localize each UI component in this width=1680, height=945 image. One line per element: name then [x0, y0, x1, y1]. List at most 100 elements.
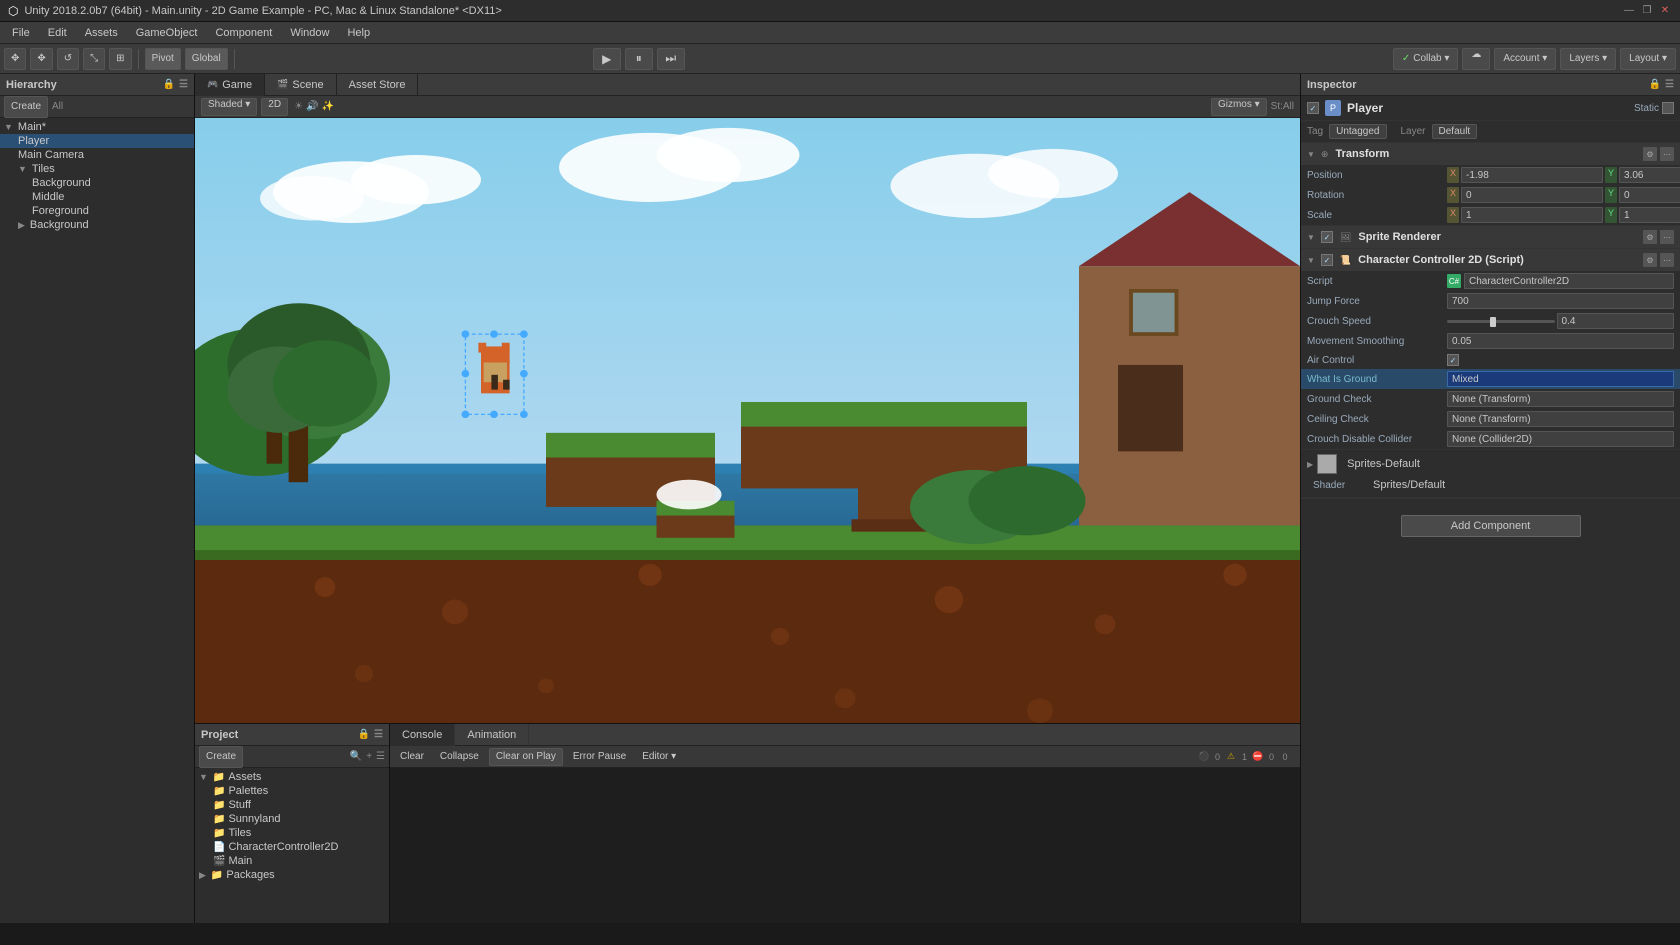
- hierarchy-item-main[interactable]: ▼ Main*: [0, 120, 194, 134]
- tool-rotate[interactable]: ↺: [57, 48, 79, 70]
- position-x[interactable]: [1461, 167, 1603, 183]
- layers-dropdown[interactable]: Layers ▾: [1560, 48, 1616, 70]
- global-toggle[interactable]: Global: [185, 48, 228, 70]
- collapse-button[interactable]: Collapse: [434, 748, 485, 766]
- air-control-checkbox[interactable]: ✓: [1447, 354, 1459, 366]
- inspector-menu[interactable]: ☰: [1665, 79, 1674, 90]
- hierarchy-create-btn[interactable]: Create: [4, 96, 48, 118]
- script-input[interactable]: [1464, 273, 1674, 289]
- menu-window[interactable]: Window: [282, 25, 337, 41]
- hierarchy-item-maincamera[interactable]: Main Camera: [0, 148, 194, 162]
- tool-rect[interactable]: ⊞: [109, 48, 131, 70]
- inspector-lock[interactable]: 🔒: [1649, 79, 1661, 90]
- project-menu[interactable]: ☰: [374, 729, 383, 740]
- tag-value[interactable]: Untagged: [1329, 124, 1386, 139]
- crouch-disable-input[interactable]: [1447, 431, 1674, 447]
- restore-button[interactable]: ❐: [1640, 4, 1654, 18]
- account-dropdown[interactable]: Account ▾: [1494, 48, 1556, 70]
- clear-button[interactable]: Clear: [394, 748, 430, 766]
- position-y[interactable]: [1619, 167, 1680, 183]
- cloud-button[interactable]: ☁: [1462, 48, 1490, 70]
- audio-icon[interactable]: 🔊: [306, 101, 318, 112]
- layout-dropdown[interactable]: Layout ▾: [1620, 48, 1676, 70]
- menu-help[interactable]: Help: [339, 25, 378, 41]
- menu-file[interactable]: File: [4, 25, 38, 41]
- hierarchy-item-player[interactable]: Player: [0, 134, 194, 148]
- pivot-toggle[interactable]: Pivot: [145, 48, 181, 70]
- gizmos-dropdown[interactable]: Gizmos ▾: [1211, 98, 1267, 116]
- proj-item-main[interactable]: 🎬 Main: [195, 854, 389, 868]
- cc-enabled[interactable]: ✓: [1321, 254, 1333, 266]
- cc-dots[interactable]: ⋯: [1660, 253, 1674, 267]
- 2d-toggle[interactable]: 2D: [261, 98, 288, 116]
- cc-header[interactable]: ▼ ✓ 📜 Character Controller 2D (Script) ⚙…: [1301, 249, 1680, 271]
- proj-item-stuff[interactable]: 📁 Stuff: [195, 798, 389, 812]
- effects-icon[interactable]: ✨: [322, 101, 334, 112]
- menu-component[interactable]: Component: [207, 25, 280, 41]
- step-button[interactable]: ⏭: [657, 48, 685, 70]
- add-component-button[interactable]: Add Component: [1401, 515, 1581, 537]
- crouch-speed-input[interactable]: [1557, 313, 1675, 329]
- close-button[interactable]: ✕: [1658, 4, 1672, 18]
- shaded-dropdown[interactable]: Shaded ▾: [201, 98, 257, 116]
- tab-console[interactable]: Console: [390, 724, 455, 746]
- tab-animation[interactable]: Animation: [455, 724, 529, 746]
- material-expand[interactable]: ▶ Sprites-Default: [1307, 454, 1420, 474]
- hierarchy-item-background2[interactable]: ▶ Background: [0, 218, 194, 232]
- rotation-y[interactable]: [1619, 187, 1680, 203]
- hierarchy-lock[interactable]: 🔒: [163, 79, 175, 90]
- play-button[interactable]: ▶: [593, 48, 621, 70]
- proj-item-tiles[interactable]: 📁 Tiles: [195, 826, 389, 840]
- tab-scene[interactable]: 🎬 Scene: [265, 74, 336, 96]
- proj-item-palettes[interactable]: 📁 Palettes: [195, 784, 389, 798]
- editor-dropdown[interactable]: Editor ▾: [636, 748, 682, 766]
- sprite-renderer-header[interactable]: ▼ ✓ 🖼 Sprite Renderer ⚙ ⋯: [1301, 226, 1680, 248]
- static-checkbox[interactable]: [1662, 102, 1674, 114]
- tool-move[interactable]: ✥: [30, 48, 52, 70]
- scale-x[interactable]: [1461, 207, 1603, 223]
- hierarchy-item-middle[interactable]: Middle: [0, 190, 194, 204]
- proj-item-controller[interactable]: 📄 CharacterController2D: [195, 840, 389, 854]
- scale-y[interactable]: [1619, 207, 1680, 223]
- menu-edit[interactable]: Edit: [40, 25, 75, 41]
- hierarchy-menu[interactable]: ☰: [179, 79, 188, 90]
- sr-settings[interactable]: ⚙: [1643, 230, 1657, 244]
- tool-scale[interactable]: ⤡: [83, 48, 105, 70]
- rotation-x[interactable]: [1461, 187, 1603, 203]
- menu-gameobject[interactable]: GameObject: [128, 25, 206, 41]
- sr-dots[interactable]: ⋯: [1660, 230, 1674, 244]
- transform-dots[interactable]: ⋯: [1660, 147, 1674, 161]
- cc-settings[interactable]: ⚙: [1643, 253, 1657, 267]
- menu-assets[interactable]: Assets: [77, 25, 126, 41]
- project-options-icon[interactable]: ☰: [376, 751, 385, 762]
- ceiling-check-input[interactable]: [1447, 411, 1674, 427]
- proj-item-packages[interactable]: ▶ 📁 Packages: [195, 868, 389, 882]
- transform-header[interactable]: ▼ ⊕ Transform ⚙ ⋯: [1301, 143, 1680, 165]
- collab-button[interactable]: ✓ Collab ▾: [1393, 48, 1459, 70]
- layer-value[interactable]: Default: [1432, 124, 1478, 139]
- jump-force-input[interactable]: [1447, 293, 1674, 309]
- hierarchy-item-tiles[interactable]: ▼ Tiles: [0, 162, 194, 176]
- minimize-button[interactable]: —: [1622, 4, 1636, 18]
- pause-button[interactable]: ⏸: [625, 48, 653, 70]
- hierarchy-item-background1[interactable]: Background: [0, 176, 194, 190]
- project-add-icon[interactable]: +: [366, 751, 372, 762]
- crouch-slider[interactable]: [1447, 320, 1555, 323]
- transform-settings[interactable]: ⚙: [1643, 147, 1657, 161]
- sr-enabled[interactable]: ✓: [1321, 231, 1333, 243]
- clear-on-play-button[interactable]: Clear on Play: [489, 748, 563, 766]
- what-is-ground-input[interactable]: [1447, 371, 1674, 387]
- project-create-btn[interactable]: Create: [199, 746, 243, 768]
- tab-game[interactable]: 🎮 Game: [195, 74, 265, 96]
- tool-hand[interactable]: ✥: [4, 48, 26, 70]
- proj-item-sunnyland[interactable]: 📁 Sunnyland: [195, 812, 389, 826]
- proj-item-assets[interactable]: ▼ 📁 Assets: [195, 770, 389, 784]
- error-pause-button[interactable]: Error Pause: [567, 748, 632, 766]
- movement-smoothing-input[interactable]: [1447, 333, 1674, 349]
- light-icon[interactable]: ☀: [294, 101, 303, 112]
- hierarchy-item-foreground[interactable]: Foreground: [0, 204, 194, 218]
- ground-check-input[interactable]: [1447, 391, 1674, 407]
- tab-asset-store[interactable]: Asset Store: [337, 74, 419, 96]
- object-active-toggle[interactable]: ✓: [1307, 102, 1319, 114]
- project-lock[interactable]: 🔒: [358, 729, 370, 740]
